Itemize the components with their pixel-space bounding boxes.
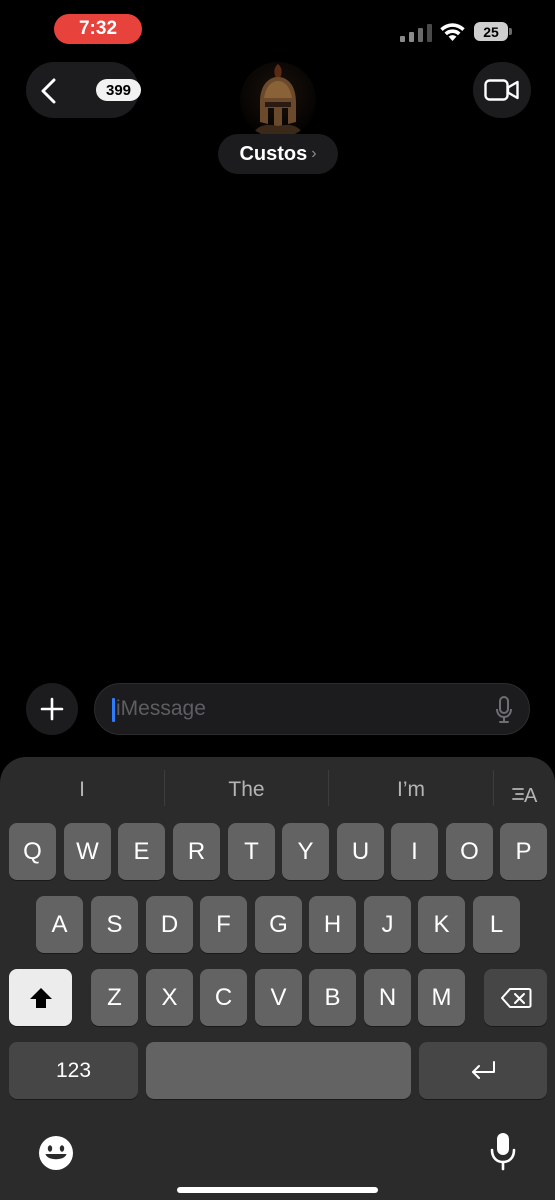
- space-key[interactable]: [146, 1042, 411, 1099]
- emoji-button[interactable]: [36, 1133, 76, 1173]
- emoji-icon: [39, 1136, 73, 1170]
- key-b[interactable]: B: [309, 969, 356, 1026]
- key-n[interactable]: N: [364, 969, 411, 1026]
- key-e[interactable]: E: [118, 823, 165, 880]
- key-s[interactable]: S: [91, 896, 138, 953]
- back-chevron-icon: [41, 78, 56, 104]
- suggestion-2[interactable]: The: [165, 778, 328, 801]
- contact-name-button[interactable]: Custos ›: [218, 134, 338, 174]
- suggestion-1[interactable]: I: [0, 778, 164, 801]
- dictation-icon: [490, 1133, 516, 1171]
- suggestion-3[interactable]: I’m: [329, 778, 493, 801]
- contact-avatar[interactable]: [240, 62, 316, 138]
- delete-key[interactable]: [484, 969, 547, 1026]
- return-key[interactable]: [419, 1042, 547, 1099]
- key-l[interactable]: L: [473, 896, 520, 953]
- key-v[interactable]: V: [255, 969, 302, 1026]
- svg-text:A: A: [524, 785, 538, 807]
- dictation-button[interactable]: [489, 1131, 517, 1173]
- key-j[interactable]: J: [364, 896, 411, 953]
- shift-icon: [29, 987, 52, 1008]
- key-m[interactable]: M: [418, 969, 465, 1026]
- shift-key[interactable]: [9, 969, 72, 1026]
- key-x[interactable]: X: [146, 969, 193, 1026]
- message-placeholder: iMessage: [116, 697, 206, 720]
- key-y[interactable]: Y: [282, 823, 329, 880]
- numbers-key[interactable]: 123: [9, 1042, 138, 1099]
- plus-icon: [40, 697, 64, 721]
- key-k[interactable]: K: [418, 896, 465, 953]
- spartan-helmet-image: [254, 64, 302, 138]
- battery-indicator: 25: [474, 22, 508, 41]
- key-r[interactable]: R: [173, 823, 220, 880]
- key-q[interactable]: Q: [9, 823, 56, 880]
- key-w[interactable]: W: [64, 823, 111, 880]
- message-input[interactable]: iMessage: [94, 683, 530, 735]
- key-z[interactable]: Z: [91, 969, 138, 1026]
- delete-icon: [500, 987, 531, 1008]
- key-a[interactable]: A: [36, 896, 83, 953]
- cellular-signal-icon: [400, 24, 432, 42]
- unread-count-badge: 399: [96, 79, 142, 101]
- key-p[interactable]: P: [500, 823, 547, 880]
- key-o[interactable]: O: [446, 823, 493, 880]
- wifi-icon: [440, 23, 465, 41]
- battery-tip: [509, 28, 512, 35]
- contact-name: Custos: [239, 142, 308, 165]
- chevron-right-icon: ›: [311, 145, 317, 162]
- text-format-icon[interactable]: A: [511, 781, 541, 807]
- return-icon: [472, 1060, 495, 1079]
- status-time[interactable]: 7:32: [54, 14, 142, 44]
- suggestion-divider: [493, 770, 494, 806]
- key-u[interactable]: U: [337, 823, 384, 880]
- key-f[interactable]: F: [200, 896, 247, 953]
- microphone-icon[interactable]: [495, 696, 513, 724]
- facetime-video-button[interactable]: [473, 62, 531, 118]
- key-i[interactable]: I: [391, 823, 438, 880]
- key-h[interactable]: H: [309, 896, 356, 953]
- back-button[interactable]: 399: [26, 62, 142, 118]
- home-indicator[interactable]: [177, 1187, 378, 1193]
- key-d[interactable]: D: [146, 896, 193, 953]
- text-cursor: [112, 698, 115, 722]
- key-c[interactable]: C: [200, 969, 247, 1026]
- video-camera-icon: [484, 79, 519, 101]
- key-g[interactable]: G: [255, 896, 302, 953]
- apps-plus-button[interactable]: [26, 683, 78, 735]
- key-t[interactable]: T: [228, 823, 275, 880]
